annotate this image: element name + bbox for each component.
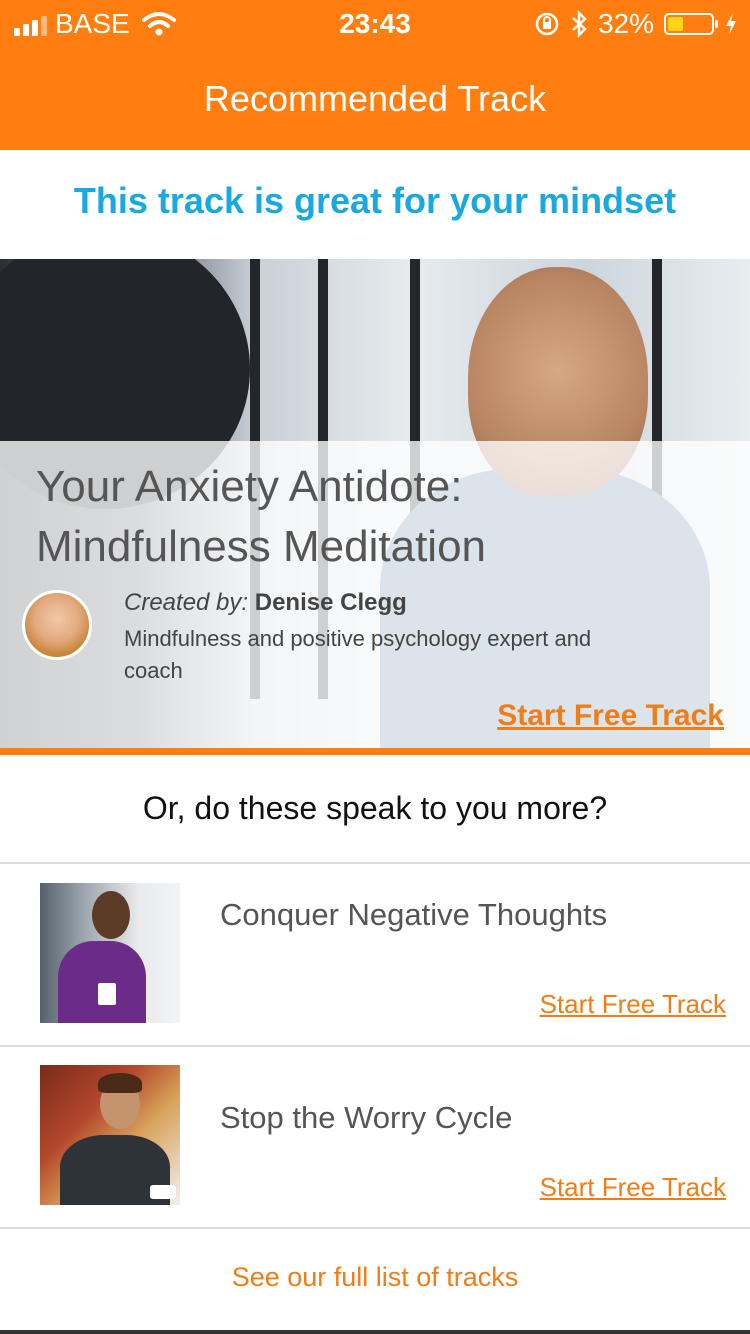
header-bar: BASE 23:43 32% Recommended Track [0, 0, 750, 150]
status-right-group: 32% [534, 8, 738, 40]
alternatives-question: Or, do these speak to you more? [142, 790, 608, 826]
featured-start-free-track-link[interactable]: Start Free Track [497, 699, 724, 733]
recommendation-headline: This track is great for your mindset [73, 180, 677, 221]
track-row-stop-the-worry-cycle[interactable]: Stop the Worry Cycle Start Free Track [0, 1047, 750, 1227]
divider [0, 1227, 750, 1229]
creator-line: Created by: Denise Clegg [124, 589, 407, 617]
status-bar: BASE 23:43 32% [0, 0, 750, 50]
battery-percent: 32% [597, 8, 654, 39]
thumbnail-figure-hair [98, 1073, 142, 1093]
track-title[interactable]: Stop the Worry Cycle [220, 1097, 700, 1139]
charging-bolt-icon [726, 13, 736, 35]
thumbnail-cup [98, 983, 116, 1005]
creator-avatar [22, 590, 92, 660]
track-title[interactable]: Conquer Negative Thoughts [220, 894, 700, 936]
thumbnail-figure-head [92, 891, 130, 939]
page-title: Recommended Track [203, 78, 547, 119]
start-free-track-link[interactable]: Start Free Track [540, 989, 726, 1020]
featured-track-title: Your Anxiety Antidote: Mindfulness Medit… [36, 462, 487, 571]
battery-fill [668, 17, 683, 31]
battery-icon [664, 13, 718, 35]
track-thumbnail[interactable] [40, 1065, 180, 1205]
creator-name: Denise Clegg [254, 589, 407, 616]
start-free-track-link[interactable]: Start Free Track [540, 1172, 726, 1203]
creator-bio: Mindfulness and positive psychology expe… [124, 626, 592, 683]
thumbnail-cup [150, 1185, 176, 1199]
rotation-lock-icon [535, 12, 559, 36]
full-track-list-link[interactable]: See our full list of tracks [0, 1262, 750, 1293]
bluetooth-icon [572, 10, 587, 38]
creator-prefix: Created by: [124, 589, 249, 616]
bottom-border [0, 1330, 750, 1334]
orange-divider [0, 748, 750, 755]
track-row-conquer-negative-thoughts[interactable]: Conquer Negative Thoughts Start Free Tra… [0, 864, 750, 1044]
featured-track-card[interactable]: Your Anxiety Antidote: Mindfulness Medit… [0, 259, 750, 749]
track-thumbnail[interactable] [40, 883, 180, 1023]
thumbnail-figure [58, 941, 146, 1023]
